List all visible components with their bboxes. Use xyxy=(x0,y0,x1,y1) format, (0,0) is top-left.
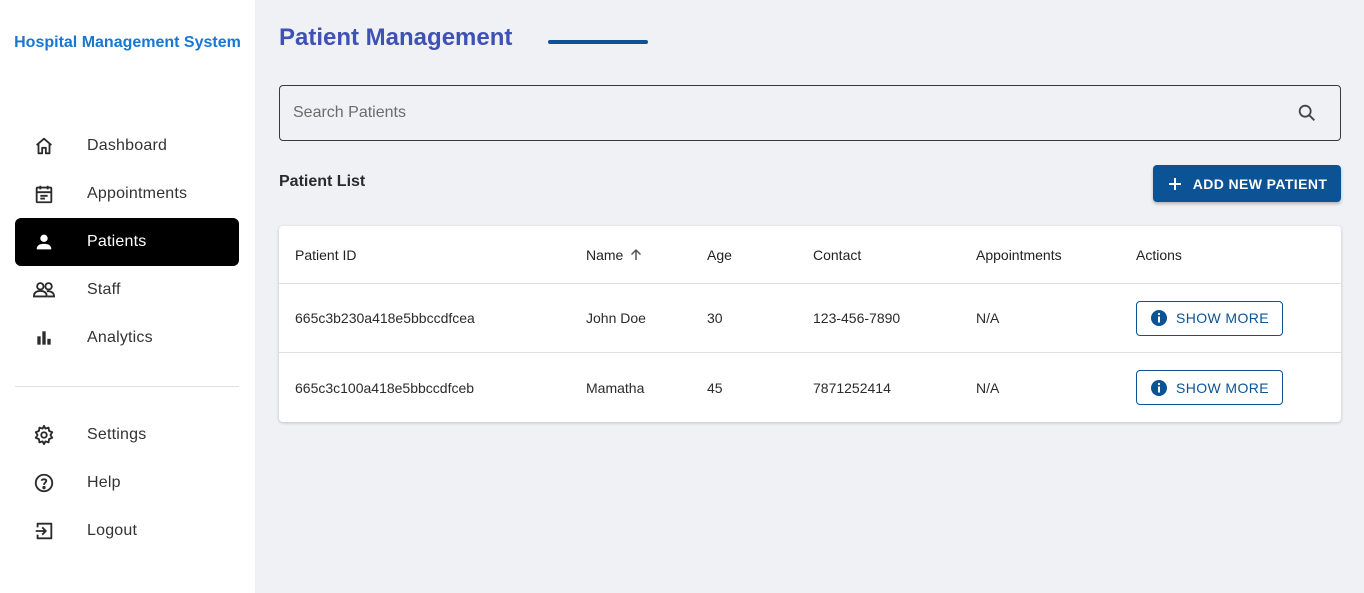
sidebar-item-label: Logout xyxy=(87,522,138,539)
column-header-name[interactable]: Name xyxy=(586,226,643,283)
search-input[interactable] xyxy=(280,86,1280,140)
sidebar-item-logout[interactable]: Logout xyxy=(15,507,239,555)
column-header-contact[interactable]: Contact xyxy=(813,226,861,283)
brand-title: Hospital Management System xyxy=(14,34,241,51)
people-icon xyxy=(32,278,56,302)
table-row: 665c3c100a418e5bbccdfceb Mamatha 45 7871… xyxy=(279,353,1341,422)
plus-icon xyxy=(1168,177,1181,190)
actions-cell: SHOW MORE xyxy=(1136,353,1283,422)
info-icon xyxy=(1150,379,1167,396)
sidebar-item-label: Staff xyxy=(87,281,121,298)
search-icon[interactable] xyxy=(1296,102,1318,124)
title-underline xyxy=(548,40,648,44)
sidebar-item-label: Dashboard xyxy=(87,137,168,154)
sidebar-item-label: Settings xyxy=(87,426,147,443)
page-title: Patient Management xyxy=(279,24,513,51)
patient-name-cell: Mamatha xyxy=(586,379,645,396)
actions-cell: SHOW MORE xyxy=(1136,284,1283,352)
patient-age-cell: 45 xyxy=(707,379,723,396)
column-header-label: Name xyxy=(586,246,624,263)
sidebar-item-patients[interactable]: Patients xyxy=(15,218,239,266)
patient-contact-cell: 7871252414 xyxy=(813,379,891,396)
sidebar-item-label: Appointments xyxy=(87,185,188,202)
show-more-button[interactable]: SHOW MORE xyxy=(1136,370,1283,405)
sidebar-item-staff[interactable]: Staff xyxy=(15,266,239,314)
help-icon xyxy=(32,471,56,495)
sidebar-item-appointments[interactable]: Appointments xyxy=(15,170,239,218)
patient-list-heading: Patient List xyxy=(279,173,366,190)
column-header-age[interactable]: Age xyxy=(707,226,732,283)
patient-appointments-cell: N/A xyxy=(976,310,1000,326)
sidebar-item-settings[interactable]: Settings xyxy=(15,411,239,459)
sidebar-item-analytics[interactable]: Analytics xyxy=(15,314,239,362)
sidebar: Hospital Management System Dashboard App… xyxy=(0,0,255,593)
secondary-nav: Settings Help Logout xyxy=(15,411,239,555)
table-header-row: Patient ID Name Age Contact Appointments… xyxy=(279,226,1341,284)
patient-name-cell: John Doe xyxy=(586,310,646,326)
show-more-label: SHOW MORE xyxy=(1175,379,1270,396)
patient-appointments-cell: N/A xyxy=(976,379,1000,396)
gear-icon xyxy=(32,423,56,447)
search-box xyxy=(279,85,1341,141)
table-row: 665c3b230a418e5bbccdfcea John Doe 30 123… xyxy=(279,284,1341,353)
sidebar-item-label: Help xyxy=(87,474,121,491)
bar-chart-icon xyxy=(32,326,56,350)
add-new-patient-button[interactable]: ADD NEW PATIENT xyxy=(1153,165,1341,202)
show-more-label: SHOW MORE xyxy=(1175,310,1270,326)
patient-id-cell: 665c3c100a418e5bbccdfceb xyxy=(295,379,475,396)
patient-contact-cell: 123-456-7890 xyxy=(813,310,901,326)
column-header-appointments[interactable]: Appointments xyxy=(976,226,1062,283)
person-icon xyxy=(32,230,56,254)
sort-ascending-icon xyxy=(631,248,642,260)
info-icon xyxy=(1150,310,1167,326)
primary-nav: Dashboard Appointments Patients Staff An… xyxy=(15,122,239,362)
show-more-button[interactable]: SHOW MORE xyxy=(1136,300,1283,336)
column-header-actions: Actions xyxy=(1136,246,1182,263)
column-header-patient-id[interactable]: Patient ID xyxy=(295,226,356,283)
home-icon xyxy=(32,134,56,158)
calendar-icon xyxy=(32,182,56,206)
sidebar-item-dashboard[interactable]: Dashboard xyxy=(15,122,239,170)
sidebar-item-label: Analytics xyxy=(87,329,153,346)
patient-table: Patient ID Name Age Contact Appointments… xyxy=(279,226,1341,422)
sidebar-divider xyxy=(15,386,239,387)
patient-id-cell: 665c3b230a418e5bbccdfcea xyxy=(295,310,475,326)
sidebar-item-label: Patients xyxy=(87,233,147,250)
sidebar-item-help[interactable]: Help xyxy=(15,459,239,507)
patient-age-cell: 30 xyxy=(707,310,723,326)
logout-icon xyxy=(32,519,56,543)
add-new-patient-label: ADD NEW PATIENT xyxy=(1192,175,1328,192)
